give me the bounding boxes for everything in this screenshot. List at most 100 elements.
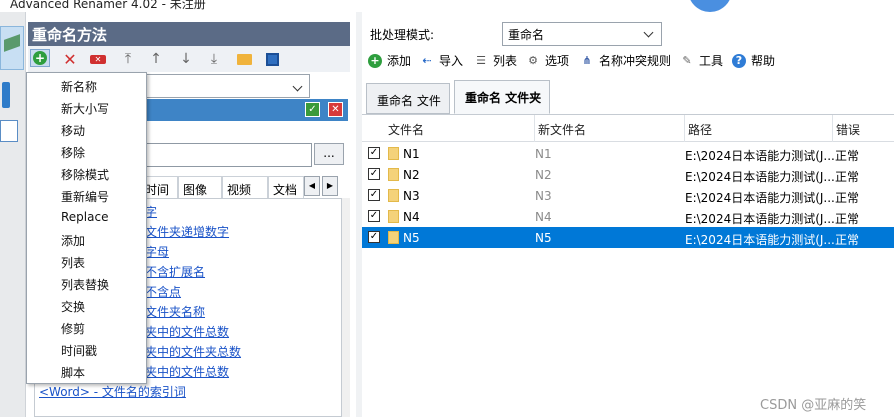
row-checkbox[interactable]: ✓ [368, 210, 380, 222]
row-checkbox[interactable]: ✓ [368, 168, 380, 180]
main-toolbar: + 添加 ⇠ 导入 ☰ 列表 ⚙ 选项 ⋔ 名称冲突规则 ✎ 工具 ? 帮助 [364, 50, 894, 72]
menu-item[interactable]: 添加 [61, 232, 85, 249]
tag-link[interactable]: 不含点 [145, 283, 181, 300]
new-name-input[interactable] [140, 143, 312, 167]
tag-link[interactable]: <Word> - 文件名的索引词 [39, 383, 186, 400]
tab-rename-folders[interactable]: 重命名 文件夹 [454, 80, 550, 114]
cell-status: 正常 [835, 191, 860, 205]
table-row[interactable]: ✓ N4 N4 E:\2024日本语能力测试(J... 正常 [362, 206, 894, 227]
cell-path: E:\2024日本语能力测试(J... [685, 191, 835, 205]
move-up-button[interactable]: ↑ [146, 50, 166, 68]
conflict-label: 名称冲突规则 [599, 54, 672, 68]
cell-status: 正常 [835, 149, 860, 163]
menu-item[interactable]: 修剪 [61, 320, 85, 337]
menu-item[interactable]: 重新编号 [61, 188, 109, 205]
rename-tabs: 重命名 文件 重命名 文件夹 [366, 80, 894, 114]
import-button[interactable]: ⇠ 导入 [420, 52, 463, 69]
tag-link[interactable]: 夹中的文件夹总数 [145, 343, 241, 360]
folder-icon [388, 189, 399, 202]
column-path[interactable]: 路径 [688, 121, 712, 138]
tools-label: 工具 [699, 54, 724, 68]
tag-link[interactable]: 文件夹递增数字 [145, 223, 229, 240]
cell-path: E:\2024日本语能力测试(J... [685, 170, 835, 184]
column-divider[interactable] [832, 115, 833, 142]
move-top-button[interactable]: ⤒ [118, 50, 138, 68]
tab-video[interactable]: 视频 [222, 176, 268, 198]
cell-filename: N5 [403, 231, 420, 245]
move-bottom-button[interactable]: ⤓ [204, 50, 224, 68]
row-checkbox[interactable]: ✓ [368, 231, 380, 243]
conflict-icon: ⋔ [582, 53, 592, 67]
add-button[interactable]: + 添加 [368, 52, 411, 69]
window-title: Advanced Renamer 4.02 - 未注册 [10, 0, 206, 11]
add-label: 添加 [387, 54, 412, 68]
add-method-button[interactable]: + [30, 49, 50, 67]
method-preset-select[interactable] [140, 74, 310, 98]
menu-item[interactable]: 时间戳 [61, 342, 97, 359]
delete-method-button[interactable]: ✕ [60, 50, 80, 69]
menu-item[interactable]: 移除 [61, 144, 85, 161]
method-toolbar: + ✕ ✕ ⤒ ↑ ↓ ⤓ [28, 46, 350, 72]
move-down-button[interactable]: ↓ [176, 50, 196, 68]
cell-new-filename: N5 [535, 231, 552, 245]
tab-scroll-right-button[interactable]: ▶ [322, 176, 338, 196]
save-icon [265, 52, 279, 66]
close-method-button[interactable]: ✕ [328, 102, 343, 117]
menu-item[interactable]: 列表替换 [61, 276, 109, 293]
apply-check-button[interactable]: ✓ [305, 102, 320, 117]
tag-link[interactable]: 夹中的文件总数 [145, 323, 229, 340]
tab-image[interactable]: 图像 [178, 176, 222, 198]
menu-item[interactable]: 交换 [61, 298, 85, 315]
menu-item[interactable]: 移除模式 [61, 166, 109, 183]
batch-mode-select[interactable]: 重命名 [502, 22, 662, 46]
menu-item[interactable]: 列表 [61, 254, 85, 271]
table-row-selected[interactable]: ✓ N5 N5 E:\2024日本语能力测试(J... 正常 [362, 227, 894, 248]
tag-link[interactable]: 夹中的文件总数 [145, 363, 229, 380]
column-error[interactable]: 错误 [836, 121, 860, 138]
save-button[interactable] [262, 50, 282, 68]
row-checkbox[interactable]: ✓ [368, 189, 380, 201]
tag-scrollbar[interactable] [342, 198, 350, 417]
clear-methods-button[interactable]: ✕ [88, 50, 108, 68]
tools-button[interactable]: ✎ 工具 [680, 52, 723, 69]
tag-link[interactable]: 字母 [145, 243, 169, 260]
cell-new-filename: N1 [535, 147, 552, 161]
menu-item[interactable]: 脚本 [61, 364, 85, 381]
cell-new-filename: N4 [535, 210, 552, 224]
tab-scroll-left-button[interactable]: ◀ [304, 176, 320, 196]
help-icon: ? [732, 53, 746, 68]
column-new-filename[interactable]: 新文件名 [538, 121, 586, 138]
browse-button[interactable]: ... [314, 143, 344, 165]
table-row[interactable]: ✓ N1 N1 E:\2024日本语能力测试(J... 正常 [362, 143, 894, 164]
cell-status: 正常 [835, 212, 860, 226]
menu-item[interactable]: 移动 [61, 122, 85, 139]
tag-link[interactable]: 不含扩展名 [145, 263, 205, 280]
window-icon[interactable] [0, 120, 18, 142]
tab-document[interactable]: 文档 [268, 176, 304, 198]
info-icon[interactable] [2, 82, 10, 108]
file-list-header: 文件名 新文件名 路径 错误 [362, 115, 894, 142]
row-checkbox[interactable]: ✓ [368, 147, 380, 159]
menu-item[interactable]: 新名称 [61, 78, 97, 95]
folder-icon [388, 210, 399, 223]
tab-rename-files[interactable]: 重命名 文件 [366, 83, 450, 114]
table-row[interactable]: ✓ N2 N2 E:\2024日本语能力测试(J... 正常 [362, 164, 894, 185]
cell-status: 正常 [835, 170, 860, 184]
table-row[interactable]: ✓ N3 N3 E:\2024日本语能力测试(J... 正常 [362, 185, 894, 206]
layers-icon[interactable] [0, 26, 24, 70]
options-button[interactable]: ⚙ 选项 [526, 52, 569, 69]
list-button[interactable]: ☰ 列表 [474, 52, 517, 69]
conflict-rules-button[interactable]: ⋔ 名称冲突规则 [580, 52, 671, 69]
menu-item[interactable]: Replace [61, 210, 108, 224]
cell-path: E:\2024日本语能力测试(J... [685, 233, 835, 247]
help-button[interactable]: ? 帮助 [732, 52, 775, 69]
open-folder-button[interactable] [234, 50, 254, 68]
column-divider[interactable] [534, 115, 535, 142]
column-filename[interactable]: 文件名 [388, 121, 424, 138]
gear-icon: ⚙ [528, 53, 538, 67]
import-label: 导入 [439, 54, 464, 68]
menu-item[interactable]: 新大小写 [61, 100, 109, 117]
tag-link[interactable]: 文件夹名称 [145, 303, 205, 320]
column-divider[interactable] [684, 115, 685, 142]
cell-filename: N2 [403, 168, 420, 182]
